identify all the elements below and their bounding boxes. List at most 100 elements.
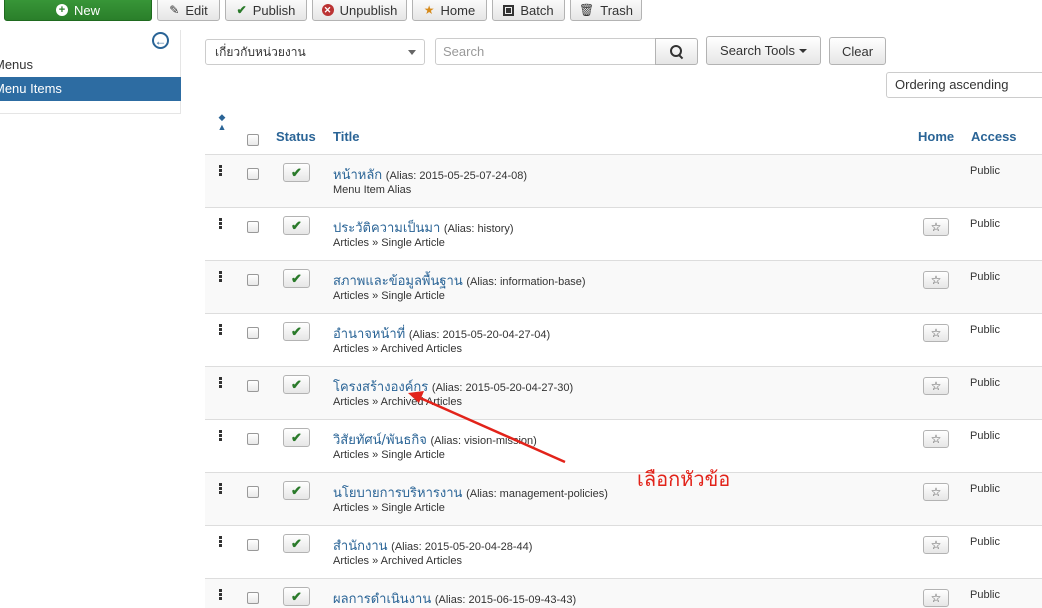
table-row: ✔ วิสัยทัศน์/พันธกิจ (Alias: vision-missi… bbox=[205, 420, 1042, 473]
edit-button[interactable]: ✎ Edit bbox=[157, 0, 220, 21]
star-outline-icon: ☆ bbox=[930, 591, 942, 605]
item-title-link[interactable]: ประวัติความเป็นมา bbox=[333, 221, 440, 236]
item-access: Public bbox=[970, 218, 1000, 230]
check-all-checkbox[interactable] bbox=[247, 134, 259, 146]
unpublish-button[interactable]: ✕ Unpublish bbox=[312, 0, 407, 21]
row-checkbox[interactable] bbox=[247, 539, 259, 551]
sidebar-item-menu-items[interactable]: Menu Items bbox=[0, 77, 181, 101]
check-icon: ✔ bbox=[291, 164, 302, 180]
row-checkbox[interactable] bbox=[247, 168, 259, 180]
set-home-button[interactable]: ☆ bbox=[923, 589, 949, 607]
caret-down-icon bbox=[408, 50, 416, 55]
trash-button[interactable]: 🗑 Trash bbox=[570, 0, 642, 21]
table-row: ✔ ผลการดำเนินงาน (Alias: 2015-06-15-09-43… bbox=[205, 579, 1042, 608]
drag-handle-icon[interactable] bbox=[219, 218, 222, 229]
search-input[interactable] bbox=[435, 38, 656, 65]
set-home-button[interactable]: ☆ bbox=[923, 536, 949, 554]
star-outline-icon: ☆ bbox=[930, 379, 942, 393]
item-access: Public bbox=[970, 165, 1000, 177]
search-tools-button[interactable]: Search Tools bbox=[706, 36, 821, 65]
access-header[interactable]: Access bbox=[971, 129, 1017, 144]
menu-select[interactable]: เกี่ยวกับหน่วยงาน bbox=[205, 39, 425, 65]
search-button[interactable] bbox=[655, 38, 698, 65]
title-line: นโยบายการบริหารงาน (Alias: management-po… bbox=[333, 482, 608, 503]
drag-handle-icon[interactable] bbox=[219, 430, 222, 441]
row-checkbox[interactable] bbox=[247, 433, 259, 445]
item-alias: (Alias: information-base) bbox=[466, 276, 586, 288]
row-checkbox[interactable] bbox=[247, 380, 259, 392]
ordering-select[interactable]: Ordering ascending bbox=[886, 72, 1042, 98]
drag-handle-icon[interactable] bbox=[219, 271, 222, 282]
item-title-link[interactable]: นโยบายการบริหารงาน bbox=[333, 486, 462, 501]
item-type: Articles » Single Article bbox=[333, 449, 445, 461]
item-title-link[interactable]: ผลการดำเนินงาน bbox=[333, 592, 431, 607]
check-icon: ✔ bbox=[291, 270, 302, 286]
item-title-link[interactable]: สภาพและข้อมูลพื้นฐาน bbox=[333, 274, 463, 289]
row-checkbox[interactable] bbox=[247, 274, 259, 286]
star-icon: ★ bbox=[423, 3, 435, 17]
unpublish-button-label: Unpublish bbox=[339, 2, 398, 18]
set-home-button[interactable]: ☆ bbox=[923, 377, 949, 395]
search-icon bbox=[669, 44, 684, 59]
table-row: ✔ อำนาจหน้าที่ (Alias: 2015-05-20-04-27-0… bbox=[205, 314, 1042, 367]
drag-handle-icon[interactable] bbox=[219, 483, 222, 494]
item-access: Public bbox=[970, 536, 1000, 548]
item-title-link[interactable]: หน้าหลัก bbox=[333, 168, 382, 183]
sidebar-item-label: Menus bbox=[0, 57, 34, 72]
item-access: Public bbox=[970, 324, 1000, 336]
status-header[interactable]: Status bbox=[276, 129, 316, 144]
row-checkbox[interactable] bbox=[247, 592, 259, 604]
status-published-button[interactable]: ✔ bbox=[283, 481, 310, 500]
ordering-select-value: Ordering ascending bbox=[895, 77, 1009, 92]
title-line: สภาพและข้อมูลพื้นฐาน (Alias: information… bbox=[333, 270, 586, 291]
drag-handle-icon[interactable] bbox=[219, 377, 222, 388]
sidebar-item-menus[interactable]: Menus bbox=[0, 53, 181, 77]
status-published-button[interactable]: ✔ bbox=[283, 216, 310, 235]
item-alias: (Alias: history) bbox=[443, 223, 514, 235]
trash-icon: 🗑 bbox=[579, 3, 595, 17]
home-button[interactable]: ★ Home bbox=[412, 0, 487, 21]
row-checkbox[interactable] bbox=[247, 221, 259, 233]
item-title-link[interactable]: สำนักงาน bbox=[333, 539, 388, 554]
item-title-link[interactable]: อำนาจหน้าที่ bbox=[333, 327, 405, 342]
item-alias: (Alias: management-policies) bbox=[466, 488, 608, 500]
item-title-link[interactable]: วิสัยทัศน์/พันธกิจ bbox=[333, 433, 427, 448]
status-published-button[interactable]: ✔ bbox=[283, 322, 310, 341]
clear-button[interactable]: Clear bbox=[829, 37, 886, 65]
drag-handle-icon[interactable] bbox=[219, 165, 222, 176]
item-type: Articles » Archived Articles bbox=[333, 555, 462, 567]
row-checkbox[interactable] bbox=[247, 327, 259, 339]
batch-button[interactable]: Batch bbox=[492, 0, 565, 21]
status-published-button[interactable]: ✔ bbox=[283, 163, 310, 182]
table-row: ✔ ประวัติความเป็นมา (Alias: history) Artic… bbox=[205, 208, 1042, 261]
status-published-button[interactable]: ✔ bbox=[283, 269, 310, 288]
set-home-button[interactable]: ☆ bbox=[923, 324, 949, 342]
drag-handle-icon[interactable] bbox=[219, 536, 222, 547]
menu-select-value: เกี่ยวกับหน่วยงาน bbox=[215, 45, 306, 59]
drag-handle-icon[interactable] bbox=[219, 324, 222, 335]
publish-button[interactable]: ✔ Publish bbox=[225, 0, 307, 21]
check-icon: ✔ bbox=[291, 535, 302, 551]
sort-icon[interactable]: ◆ ▲ bbox=[217, 112, 227, 142]
status-published-button[interactable]: ✔ bbox=[283, 534, 310, 553]
table-row: ✔ นโยบายการบริหารงาน (Alias: management-p… bbox=[205, 473, 1042, 526]
status-published-button[interactable]: ✔ bbox=[283, 428, 310, 447]
set-home-button[interactable]: ☆ bbox=[923, 218, 949, 236]
status-published-button[interactable]: ✔ bbox=[283, 375, 310, 394]
new-button[interactable]: + New bbox=[4, 0, 152, 21]
item-title-link[interactable]: โครงสร้างองค์กร bbox=[333, 380, 428, 395]
star-outline-icon: ☆ bbox=[930, 220, 942, 234]
drag-handle-icon[interactable] bbox=[219, 589, 222, 600]
title-line: หน้าหลัก (Alias: 2015-05-25-07-24-08) bbox=[333, 164, 527, 185]
edit-button-label: Edit bbox=[185, 2, 208, 18]
publish-button-label: Publish bbox=[252, 2, 296, 18]
set-home-button[interactable]: ☆ bbox=[923, 271, 949, 289]
row-checkbox[interactable] bbox=[247, 486, 259, 498]
status-published-button[interactable]: ✔ bbox=[283, 587, 310, 606]
set-home-button[interactable]: ☆ bbox=[923, 483, 949, 501]
title-header[interactable]: Title bbox=[333, 129, 360, 144]
home-header[interactable]: Home bbox=[918, 129, 954, 144]
home-button-label: Home bbox=[440, 2, 476, 18]
collapse-sidebar-icon[interactable]: ← bbox=[152, 32, 169, 49]
set-home-button[interactable]: ☆ bbox=[923, 430, 949, 448]
